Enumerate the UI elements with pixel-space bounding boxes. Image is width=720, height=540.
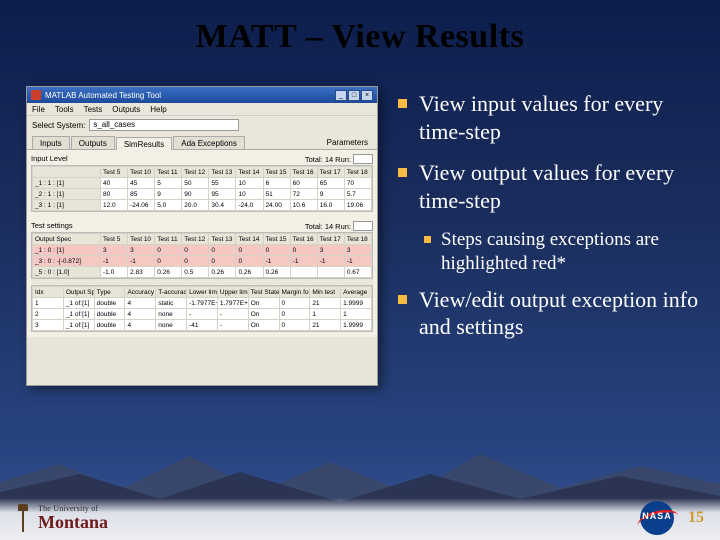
run-input[interactable] (353, 154, 373, 164)
inputs-label: Input Level (31, 154, 99, 164)
bullet-icon (424, 236, 431, 243)
menubar: File Tools Tests Outputs Help (27, 103, 377, 116)
test-settings-panel: Test settings Total: 14 Run: Output Spec… (27, 217, 377, 337)
footer: The University of Montana NASA 15 (0, 498, 720, 540)
tab-inputs[interactable]: Inputs (32, 136, 70, 149)
tab-outputs[interactable]: Outputs (71, 136, 115, 149)
total-count-2: 14 (325, 222, 333, 231)
bullet-1-text: View input values for every time-step (419, 90, 700, 145)
nasa-text: NASA (640, 511, 674, 521)
settings-grid[interactable]: IdxOutput SpecTypeAccuracyT-accuracyLowe… (31, 285, 373, 332)
total-label: Total: (305, 155, 323, 164)
bullet-icon (398, 295, 407, 304)
content-row: MATLAB Automated Testing Tool _ □ × File… (0, 64, 720, 386)
menu-tests[interactable]: Tests (84, 105, 103, 114)
run-input-2[interactable] (353, 221, 373, 231)
menu-file[interactable]: File (32, 105, 45, 114)
window-controls: _ □ × (335, 90, 373, 101)
sub-bullet-1: Steps causing exceptions are highlighted… (422, 228, 700, 276)
bullet-icon (398, 168, 407, 177)
uni-line2: Montana (38, 513, 108, 531)
app-screenshot: MATLAB Automated Testing Tool _ □ × File… (26, 86, 378, 386)
inputs-grid[interactable]: Test 5Test 10Test 11Test 12Test 13Test 1… (31, 165, 373, 212)
sub-bullet-1-text: Steps causing exceptions are highlighted… (441, 228, 700, 276)
minimize-button[interactable]: _ (335, 90, 347, 101)
system-row: Select System: s_all_cases (27, 116, 377, 134)
app-icon (31, 90, 41, 100)
tab-strip: Inputs Outputs SimResults Ada Exceptions… (27, 134, 377, 150)
close-button[interactable]: × (361, 90, 373, 101)
tab-ada-exceptions[interactable]: Ada Exceptions (173, 136, 245, 149)
menu-outputs[interactable]: Outputs (112, 105, 140, 114)
bullet-icon (398, 99, 407, 108)
menu-tools[interactable]: Tools (55, 105, 74, 114)
maximize-button[interactable]: □ (348, 90, 360, 101)
lamp-icon (14, 504, 32, 532)
menu-help[interactable]: Help (150, 105, 166, 114)
bullet-2: View output values for every time-step (396, 159, 700, 214)
select-system-label: Select System: (32, 121, 85, 130)
bullet-3: View/edit output exception info and sett… (396, 286, 700, 341)
parameters-link[interactable]: Parameters (323, 136, 372, 149)
window-titlebar: MATLAB Automated Testing Tool _ □ × (27, 87, 377, 103)
system-select[interactable]: s_all_cases (89, 119, 239, 131)
run-label-2: Run: (335, 222, 351, 231)
tab-simresults[interactable]: SimResults (116, 137, 172, 150)
inputs-panel: Input Level Total: 14 Run: Test 5Test 10… (27, 150, 377, 217)
bullet-list: View input values for every time-step Vi… (396, 86, 700, 386)
bullet-1: View input values for every time-step (396, 90, 700, 145)
total-count: 14 (325, 155, 333, 164)
run-label: Run: (335, 155, 351, 164)
total-label-2: Total: (305, 222, 323, 231)
window-title: MATLAB Automated Testing Tool (45, 91, 161, 100)
slide-title: MATT – View Results (0, 0, 720, 64)
bullet-3-text: View/edit output exception info and sett… (419, 286, 700, 341)
nasa-logo: NASA (636, 501, 678, 535)
test-settings-label: Test settings (31, 221, 99, 231)
outputs-grid[interactable]: Output SpecTest 5Test 10Test 11Test 12Te… (31, 232, 373, 279)
page-number: 15 (678, 509, 706, 527)
university-logo: The University of Montana (14, 504, 108, 532)
bullet-2-text: View output values for every time-step (419, 159, 700, 214)
